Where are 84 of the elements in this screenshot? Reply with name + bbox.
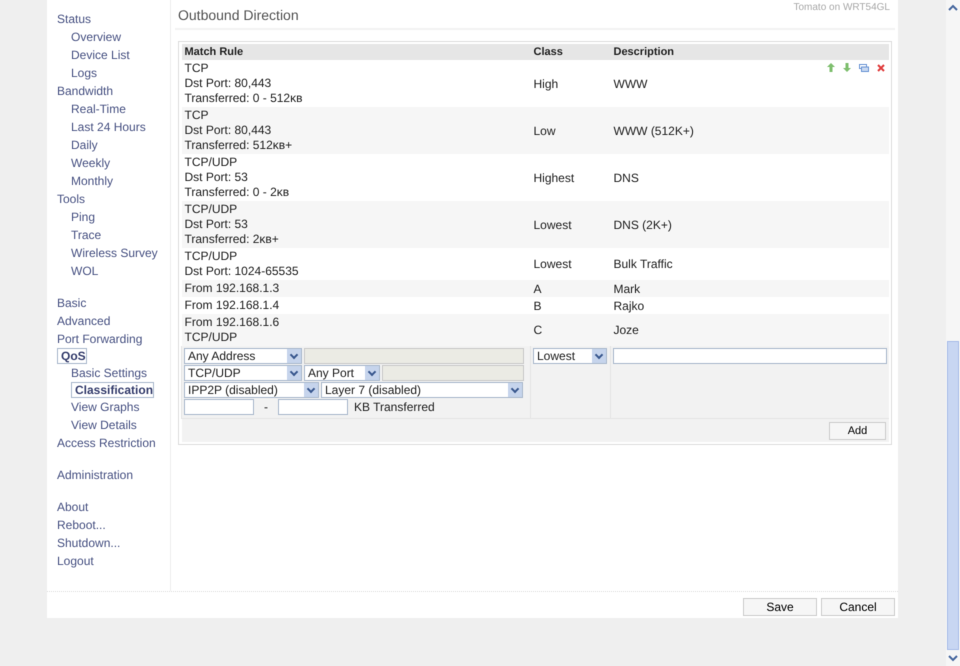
table-cell: DNS — [610, 154, 889, 201]
sidebar-subitem[interactable]: Monthly — [71, 172, 114, 190]
table-cell: High — [530, 60, 610, 107]
sidebar-subitem[interactable]: View Graphs — [71, 398, 140, 416]
sidebar-subitem[interactable]: Trace — [71, 226, 102, 244]
table-cell: From 192.168.1.3 — [182, 280, 530, 297]
dropdown-icon — [287, 366, 301, 380]
sidebar-subitem[interactable]: Basic Settings — [71, 364, 148, 382]
transferred-from-field[interactable] — [184, 399, 254, 415]
column-header: Class — [530, 44, 610, 60]
table-cell: Rajko — [610, 297, 889, 314]
move-up-icon[interactable] — [827, 63, 835, 72]
table-cell: TCP/UDP Dst Port: 53 Transferred: 0 - 2ᴋʙ — [182, 154, 530, 201]
class-select[interactable]: Lowest — [533, 348, 607, 364]
table-cell: Lowest — [530, 248, 610, 280]
table-cell: WWW — [610, 60, 889, 107]
table-cell: WWW (512K+) — [610, 107, 889, 154]
table-cell: Lowest — [530, 201, 610, 248]
sidebar-item[interactable]: Port Forwarding — [57, 330, 142, 348]
sidebar-item[interactable]: About — [57, 498, 88, 516]
dropdown-icon — [365, 366, 379, 380]
transferred-label: KB Transferred — [354, 400, 435, 414]
table-cell: Low — [530, 107, 610, 154]
sidebar-subitem[interactable]: Wireless Survey — [71, 244, 158, 262]
sidebar-item[interactable]: Tools — [57, 190, 86, 208]
sidebar-subitem[interactable]: Weekly — [71, 154, 110, 172]
range-separator: - — [264, 400, 268, 414]
sidebar-item[interactable]: Access Restriction — [57, 434, 156, 452]
sidebar-item[interactable]: Administration — [57, 466, 134, 484]
sidebar-item[interactable]: Logout — [57, 552, 94, 570]
layer7-select[interactable]: Layer 7 (disabled) — [321, 382, 523, 398]
sidebar-subitem[interactable]: Logs — [71, 64, 98, 82]
table-cell: Joze — [610, 314, 889, 346]
sidebar-subitem[interactable]: Ping — [71, 208, 96, 226]
table-cell: TCP Dst Port: 80,443 Transferred: 512ᴋʙ+ — [182, 107, 530, 154]
protocol-select[interactable]: TCP/UDP — [184, 365, 302, 381]
port-type-select[interactable]: Any Port — [304, 365, 380, 381]
dropdown-icon — [508, 383, 522, 397]
table-cell: From 192.168.1.4 — [182, 297, 530, 314]
table-cell: B — [530, 297, 610, 314]
description-field[interactable] — [613, 348, 887, 364]
edit-icon[interactable] — [859, 64, 869, 72]
table-cell: TCP Dst Port: 80,443 Transferred: 0 - 512ᴋʙ — [182, 60, 530, 107]
cancel-button[interactable]: Cancel — [821, 598, 895, 616]
column-header: Description — [610, 44, 889, 60]
scroll-up-icon[interactable] — [948, 4, 958, 12]
sidebar-item[interactable]: Status — [57, 10, 92, 28]
address-type-select[interactable]: Any Address — [184, 348, 302, 364]
dropdown-icon — [592, 349, 606, 363]
sidebar-subitem[interactable]: Last 24 Hours — [71, 118, 146, 136]
sidebar-item[interactable]: Shutdown... — [57, 534, 120, 552]
ipp2p-select[interactable]: IPP2P (disabled) — [184, 382, 319, 398]
table-cell: A — [530, 280, 610, 297]
column-header: Match Rule — [182, 44, 530, 60]
scroll-down-icon[interactable] — [948, 654, 958, 662]
table-cell: C — [530, 314, 610, 346]
table-cell: DNS (2K+) — [610, 201, 889, 248]
delete-icon[interactable] — [877, 64, 885, 72]
sidebar-item[interactable]: QoS — [57, 348, 87, 364]
transferred-to-field[interactable] — [278, 399, 348, 415]
add-button[interactable]: Add — [829, 422, 886, 440]
table-cell: TCP/UDP Dst Port: 53 Transferred: 2ᴋʙ+ — [182, 201, 530, 248]
sidebar-item[interactable]: Advanced — [57, 312, 110, 330]
table-cell: Mark — [610, 280, 889, 297]
sidebar-item[interactable]: Basic — [57, 294, 86, 312]
sidebar-subitem[interactable]: WOL — [71, 262, 98, 280]
sidebar-item[interactable]: Reboot... — [57, 516, 106, 534]
save-button[interactable]: Save — [743, 598, 817, 616]
sidebar-subitem[interactable]: Device List — [71, 46, 130, 64]
sidebar-subitem[interactable]: Overview — [71, 28, 122, 46]
sidebar-subitem[interactable]: Daily — [71, 136, 98, 154]
sidebar-subitem[interactable]: Classification — [71, 382, 154, 398]
table-cell: Bulk Traffic — [610, 248, 889, 280]
table-cell: TCP/UDP Dst Port: 1024-65535 — [182, 248, 530, 280]
scrollbar[interactable] — [946, 0, 960, 666]
dropdown-icon — [304, 383, 318, 397]
sidebar-subitem[interactable]: View Details — [71, 416, 137, 434]
table-cell: From 192.168.1.6 TCP/UDP — [182, 314, 530, 346]
router-name: Tomato on WRT54GL — [793, 2, 890, 13]
dropdown-icon — [287, 349, 301, 363]
move-down-icon[interactable] — [843, 63, 851, 72]
table-cell: Highest — [530, 154, 610, 201]
sidebar-subitem[interactable]: Real-Time — [71, 100, 126, 118]
sidebar-item[interactable]: Bandwidth — [57, 82, 114, 100]
